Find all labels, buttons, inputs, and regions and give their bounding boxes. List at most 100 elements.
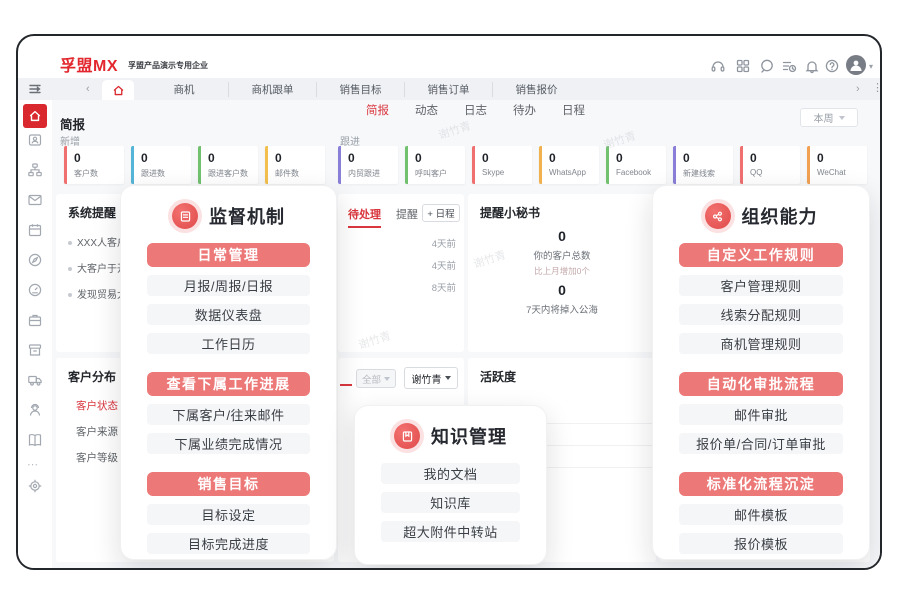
filter-user-select[interactable]: 谢竹青 xyxy=(404,367,458,389)
dist-item-level[interactable]: 客户等级 xyxy=(76,450,118,465)
stat-value: 0 xyxy=(817,151,867,165)
tab-pending[interactable]: 待处理 xyxy=(348,206,381,228)
card-title: 组织能力 xyxy=(742,203,818,229)
card-title: 监督机制 xyxy=(209,203,285,229)
mail-icon[interactable] xyxy=(27,192,43,208)
chevron-down-icon xyxy=(445,376,451,380)
tab-forward-icon[interactable]: › xyxy=(856,82,860,96)
stat-value: 0 xyxy=(468,228,656,244)
organization-card: 组织能力 自定义工作规则 客户管理规则 线索分配规则 商机管理规则 自动化审批流… xyxy=(652,185,870,560)
truck-icon[interactable] xyxy=(27,372,43,388)
company-tagline: 孚盟产品演示专用企业 xyxy=(128,60,208,71)
tab-item[interactable]: 销售订单 xyxy=(404,82,492,97)
app-logo: 孚盟MX xyxy=(60,52,118,76)
help-icon[interactable] xyxy=(824,58,840,74)
settings-icon[interactable] xyxy=(27,478,43,494)
card-item[interactable]: 客户管理规则 xyxy=(679,275,843,296)
chevron-down-icon xyxy=(384,377,390,381)
tab-item[interactable]: 商机跟单 xyxy=(228,82,316,97)
todo-panel: 待处理 提醒 + 日程 4天前 4天前 8天前 xyxy=(338,194,464,352)
card-item[interactable]: 目标完成进度 xyxy=(147,533,310,554)
sidebar-item-home[interactable] xyxy=(23,104,47,128)
card-header: 组织能力 xyxy=(653,201,869,231)
stat-value: 0 xyxy=(468,282,656,298)
card-item[interactable]: 数据仪表盘 xyxy=(147,304,310,325)
subnav-item-log[interactable]: 日志 xyxy=(464,102,487,118)
stat-card: 0WhatsApp xyxy=(539,146,599,184)
stat-value: 0 xyxy=(275,151,325,165)
subnav-item-briefing[interactable]: 简报 xyxy=(366,102,389,118)
tab-more-icon[interactable]: ⋮ xyxy=(872,81,882,94)
section-header: 自定义工作规则 xyxy=(679,243,843,267)
card-item[interactable]: 知识库 xyxy=(381,492,520,513)
card-item[interactable]: 我的文档 xyxy=(381,463,520,484)
bell-icon[interactable] xyxy=(804,58,820,74)
timeline-date: 4天前 xyxy=(432,258,456,272)
card-header: 监督机制 xyxy=(121,201,336,231)
stat-label: 新建线索 xyxy=(683,168,731,179)
card-item[interactable]: 超大附件中转站 xyxy=(381,521,520,542)
stat-value: 0 xyxy=(683,151,733,165)
stat-value: 0 xyxy=(750,151,800,165)
subnav-item-todo[interactable]: 待办 xyxy=(513,102,536,118)
tab-home[interactable] xyxy=(102,80,134,100)
tab-item[interactable]: 销售报价 xyxy=(492,82,580,97)
gauge-icon[interactable] xyxy=(27,282,43,298)
stat-card: 0邮件数 xyxy=(265,146,325,184)
headset-icon[interactable] xyxy=(710,58,726,74)
stat-card: 0WeChat xyxy=(807,146,867,184)
stat-value: 0 xyxy=(415,151,465,165)
section-header: 自动化审批流程 xyxy=(679,372,843,396)
card-item[interactable]: 下属业绩完成情况 xyxy=(147,433,310,454)
card-item[interactable]: 工作日历 xyxy=(147,333,310,354)
dist-item-status[interactable]: 客户状态 xyxy=(76,398,118,413)
card-item[interactable]: 商机管理规则 xyxy=(679,333,843,354)
card-item[interactable]: 线索分配规则 xyxy=(679,304,843,325)
user-avatar[interactable] xyxy=(846,55,866,75)
dist-item-source[interactable]: 客户来源 xyxy=(76,424,118,439)
panel-title: 活跃度 xyxy=(480,368,516,385)
history-icon[interactable] xyxy=(781,58,797,74)
stat-sub: 比上月增加0个 xyxy=(468,265,656,277)
org-tree-icon[interactable] xyxy=(27,162,43,178)
apps-grid-icon[interactable] xyxy=(735,58,751,74)
card-item[interactable]: 月报/周报/日报 xyxy=(147,275,310,296)
compass-icon[interactable] xyxy=(27,252,43,268)
avatar-caret-icon[interactable]: ▾ xyxy=(869,62,873,71)
section-header: 标准化流程沉淀 xyxy=(679,472,843,496)
stat-label: WhatsApp xyxy=(549,168,597,177)
tab-item[interactable]: 商机 xyxy=(140,82,228,97)
filter-user-value: 谢竹青 xyxy=(412,371,442,386)
card-item[interactable]: 目标设定 xyxy=(147,504,310,525)
subnav-item-dynamics[interactable]: 动态 xyxy=(415,102,438,118)
stat-label: 跟进客户数 xyxy=(208,168,256,179)
stat-label: 客户数 xyxy=(74,168,122,179)
subnav-item-schedule[interactable]: 日程 xyxy=(562,102,585,118)
more-icon[interactable]: ⋯ xyxy=(27,458,43,474)
calendar-icon[interactable] xyxy=(27,222,43,238)
card-item[interactable]: 报价单/合同/订单审批 xyxy=(679,433,843,454)
card-item[interactable]: 邮件审批 xyxy=(679,404,843,425)
stat-value: 0 xyxy=(141,151,191,165)
briefcase-icon[interactable] xyxy=(27,312,43,328)
add-schedule-button[interactable]: + 日程 xyxy=(422,204,460,222)
stat-card: 0Skype xyxy=(472,146,532,184)
card-item[interactable]: 邮件模板 xyxy=(679,504,843,525)
filter-all-select[interactable]: 全部 xyxy=(356,369,396,388)
share-network-icon xyxy=(705,203,731,229)
dashboard-subnav: 简报 动态 日志 待办 日程 xyxy=(366,102,585,118)
archive-icon[interactable] xyxy=(27,342,43,358)
tab-item[interactable]: 销售目标 xyxy=(316,82,404,97)
tab-remind[interactable]: 提醒 xyxy=(396,206,418,222)
stat-card: 0 跟进客户数 xyxy=(198,146,258,184)
service-icon[interactable] xyxy=(27,402,43,418)
card-item[interactable]: 报价模板 xyxy=(679,533,843,554)
period-select[interactable]: 本周 xyxy=(800,108,858,127)
card-item[interactable]: 下属客户/往来邮件 xyxy=(147,404,310,425)
stat-value: 0 xyxy=(208,151,258,165)
tab-back-icon[interactable]: ‹ xyxy=(86,82,90,96)
contacts-icon[interactable] xyxy=(27,132,43,148)
chat-icon[interactable] xyxy=(759,58,775,74)
report-icon[interactable] xyxy=(27,432,43,448)
menu-toggle-icon[interactable] xyxy=(27,81,43,97)
